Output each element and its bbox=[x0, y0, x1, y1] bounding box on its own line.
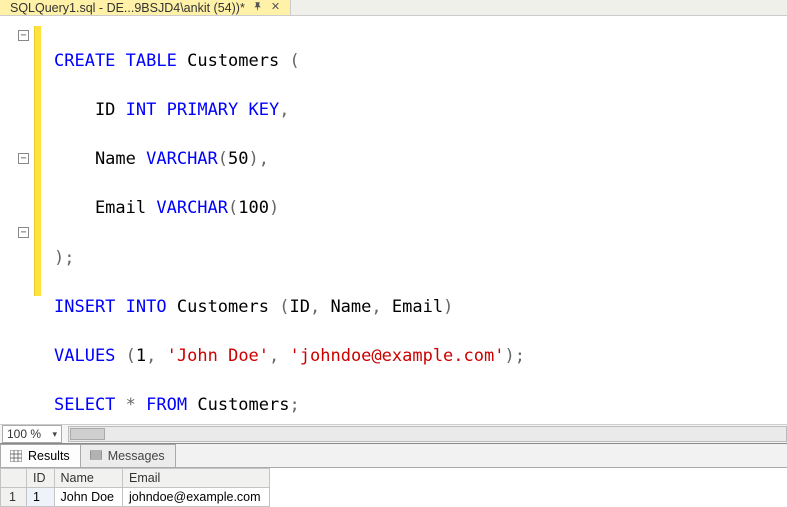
zoom-value: 100 % bbox=[7, 427, 41, 441]
cell-name[interactable]: John Doe bbox=[54, 488, 123, 507]
col-header-email[interactable]: Email bbox=[123, 469, 270, 488]
results-tab-strip: Results Messages bbox=[0, 443, 787, 467]
tab-messages-label: Messages bbox=[108, 449, 165, 463]
scrollbar-thumb[interactable] bbox=[70, 428, 105, 440]
row-header[interactable]: 1 bbox=[1, 488, 27, 507]
grid-header-row: ID Name Email bbox=[1, 469, 270, 488]
cell-email[interactable]: johndoe@example.com bbox=[123, 488, 270, 507]
col-header-name[interactable]: Name bbox=[54, 469, 123, 488]
chevron-down-icon[interactable]: ▾ bbox=[52, 429, 57, 440]
gutter: − − − bbox=[0, 24, 42, 424]
code-area[interactable]: CREATE TABLE Customers ( ID INT PRIMARY … bbox=[42, 24, 787, 424]
tab-messages[interactable]: Messages bbox=[80, 444, 176, 467]
col-header-id[interactable]: ID bbox=[27, 469, 55, 488]
horizontal-scrollbar[interactable] bbox=[68, 426, 787, 442]
fold-toggle-icon[interactable]: − bbox=[18, 153, 29, 164]
grid-corner[interactable] bbox=[1, 469, 27, 488]
document-tab-active[interactable]: SQLQuery1.sql - DE...9BSJD4\ankit (54))*… bbox=[0, 0, 291, 15]
message-icon bbox=[89, 449, 103, 463]
tab-results[interactable]: Results bbox=[0, 444, 81, 467]
results-grid[interactable]: ID Name Email 1 1 John Doe johndoe@examp… bbox=[0, 468, 270, 507]
grid-icon bbox=[9, 449, 23, 463]
pin-icon[interactable] bbox=[253, 1, 263, 14]
tab-results-label: Results bbox=[28, 449, 70, 463]
modified-marker bbox=[34, 26, 41, 296]
zoom-bar: 100 % ▾ bbox=[0, 424, 787, 443]
fold-toggle-icon[interactable]: − bbox=[18, 227, 29, 238]
document-tab-title: SQLQuery1.sql - DE...9BSJD4\ankit (54))* bbox=[10, 1, 245, 15]
cell-id[interactable]: 1 bbox=[27, 488, 55, 507]
results-grid-area: ID Name Email 1 1 John Doe johndoe@examp… bbox=[0, 467, 787, 507]
editor-wrap: − − − CREATE TABLE Customers ( ID INT PR… bbox=[0, 16, 787, 507]
close-icon[interactable]: ✕ bbox=[271, 2, 280, 13]
fold-toggle-icon[interactable]: − bbox=[18, 30, 29, 41]
table-row[interactable]: 1 1 John Doe johndoe@example.com bbox=[1, 488, 270, 507]
document-tab-bar: SQLQuery1.sql - DE...9BSJD4\ankit (54))*… bbox=[0, 0, 787, 16]
zoom-combo[interactable]: 100 % ▾ bbox=[2, 425, 62, 443]
sql-editor[interactable]: − − − CREATE TABLE Customers ( ID INT PR… bbox=[0, 16, 787, 424]
